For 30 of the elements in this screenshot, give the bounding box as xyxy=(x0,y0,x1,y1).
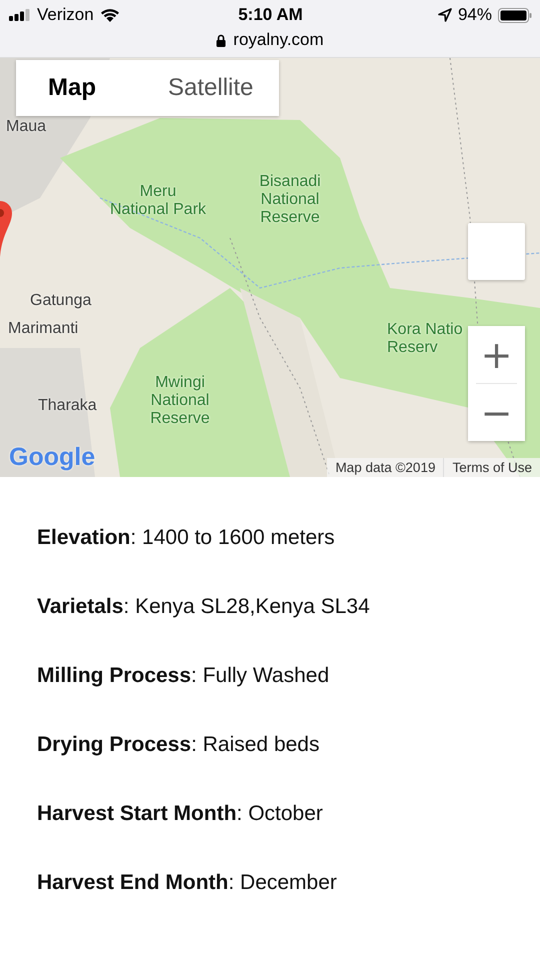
signal-icon xyxy=(9,9,31,21)
detail-text: Milling Process: Fully Washed xyxy=(37,663,330,688)
lock-icon xyxy=(216,34,226,46)
map-place-label: Tharaka xyxy=(38,397,97,415)
map-type-tab[interactable]: Satellite xyxy=(136,60,280,116)
url-text[interactable]: royalny.com xyxy=(233,30,324,50)
map-place-label: Mwingi National Reserve xyxy=(150,374,210,428)
map-place-label: Kora Natio Reserv xyxy=(387,321,463,357)
map-attribution: Map data ©2019 xyxy=(327,458,444,477)
battery-icon xyxy=(498,8,532,22)
battery-percent: 94% xyxy=(458,5,492,25)
map-place-label: Meru National Park xyxy=(110,183,206,219)
carrier-name: Verizon xyxy=(37,5,94,25)
map-type-tab[interactable]: Map xyxy=(16,60,136,116)
map-place-label: Gatunga xyxy=(30,292,92,310)
detail-text: Varietals: Kenya SL28,Kenya SL34 xyxy=(37,594,371,619)
terms-link[interactable]: Terms of Use xyxy=(443,458,540,477)
clock-time: 5:10 AM xyxy=(238,5,303,25)
zoom-in-button[interactable]: + xyxy=(468,326,525,383)
zoom-out-button[interactable]: − xyxy=(468,384,525,441)
map-place-label: Marimanti xyxy=(8,320,78,338)
wifi-icon xyxy=(100,8,120,22)
detail-text: Drying Process: Raised beds xyxy=(37,732,320,757)
map-place-label: Maua xyxy=(6,118,46,136)
map-place-label: Bisanadi National Reserve xyxy=(259,173,321,227)
location-arrow-icon xyxy=(438,8,452,22)
map-logo: Google xyxy=(9,443,96,472)
detail-text: Harvest Start Month: October xyxy=(37,801,324,826)
detail-text: Harvest End Month: December xyxy=(37,870,338,895)
detail-text: Elevation: 1400 to 1600 meters xyxy=(37,525,336,550)
